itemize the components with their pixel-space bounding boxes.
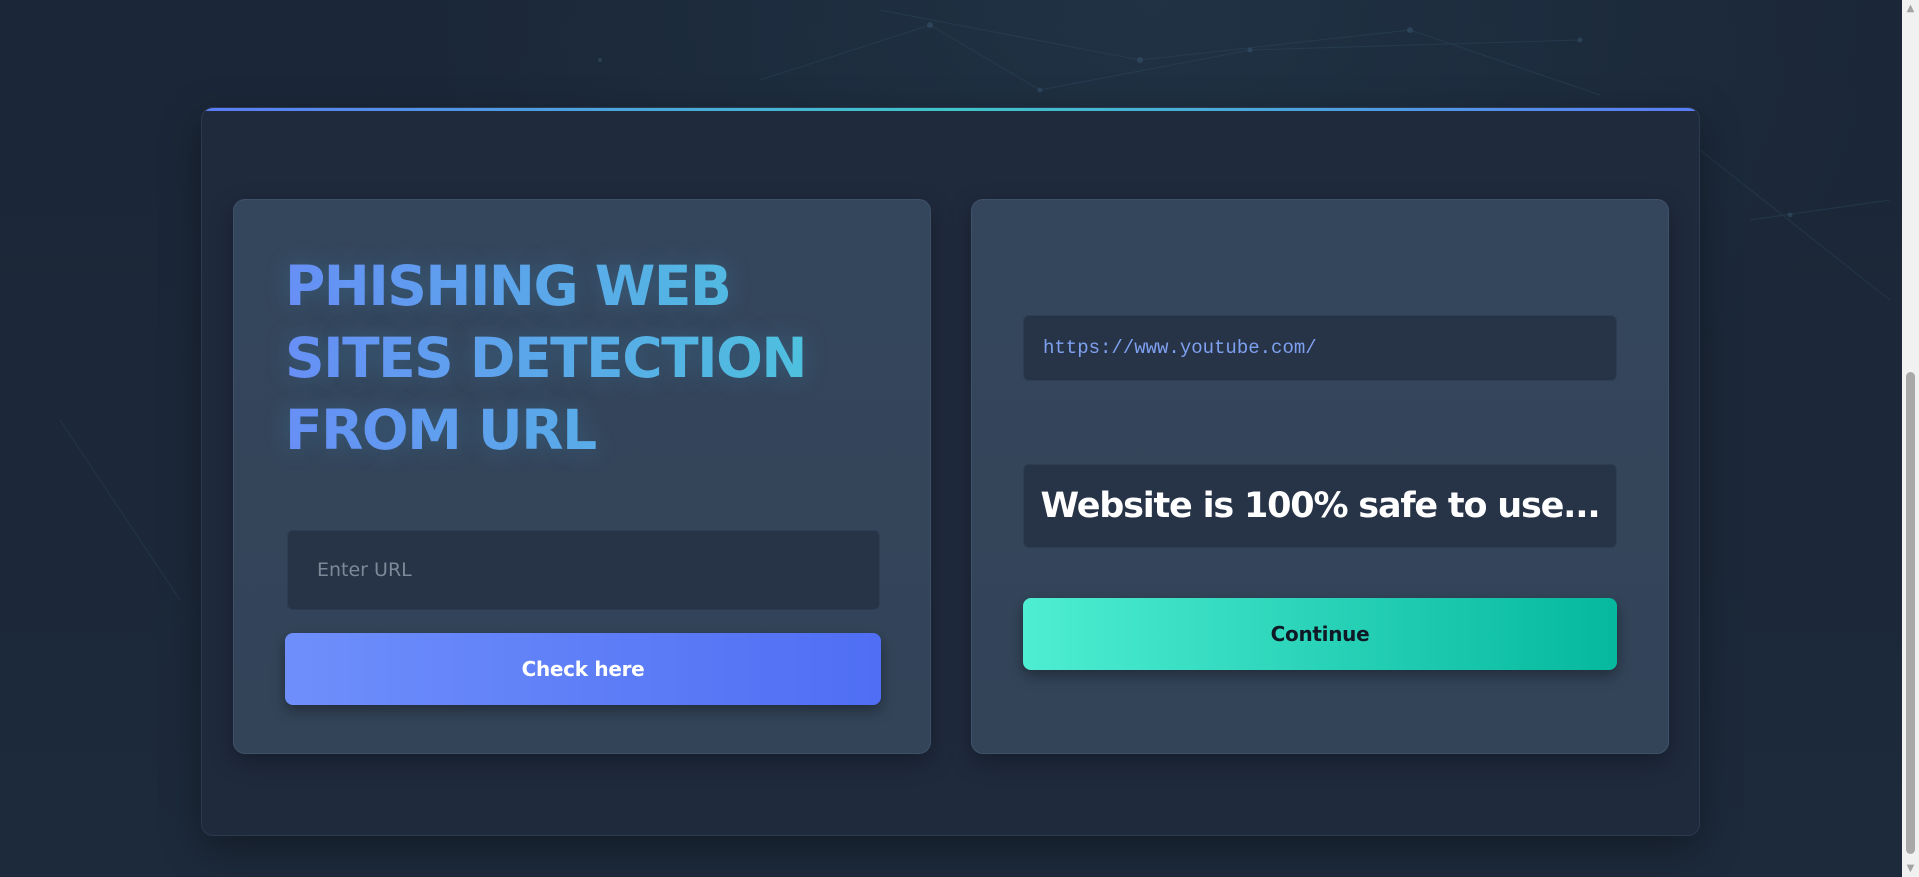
chevron-down-icon[interactable]: ▼ — [1902, 860, 1919, 877]
url-input[interactable] — [287, 530, 880, 610]
page-title: PHISHING WEB SITES DETECTION FROM URL — [285, 250, 845, 466]
continue-button[interactable]: Continue — [1023, 598, 1617, 670]
scrollbar-thumb[interactable] — [1906, 372, 1915, 854]
main-container: PHISHING WEB SITES DETECTION FROM URL Ch… — [201, 107, 1700, 836]
chevron-up-icon[interactable]: ▲ — [1902, 0, 1919, 17]
check-button[interactable]: Check here — [285, 633, 881, 705]
checked-url-display: https://www.youtube.com/ — [1023, 315, 1617, 381]
vertical-scrollbar[interactable]: ▲ ▼ — [1902, 0, 1919, 877]
result-message: Website is 100% safe to use... — [1023, 464, 1617, 548]
page: PHISHING WEB SITES DETECTION FROM URL Ch… — [0, 0, 1919, 877]
accent-top-border — [202, 108, 1699, 111]
result-card: https://www.youtube.com/ Website is 100%… — [971, 199, 1669, 754]
detector-card: PHISHING WEB SITES DETECTION FROM URL Ch… — [233, 199, 931, 754]
